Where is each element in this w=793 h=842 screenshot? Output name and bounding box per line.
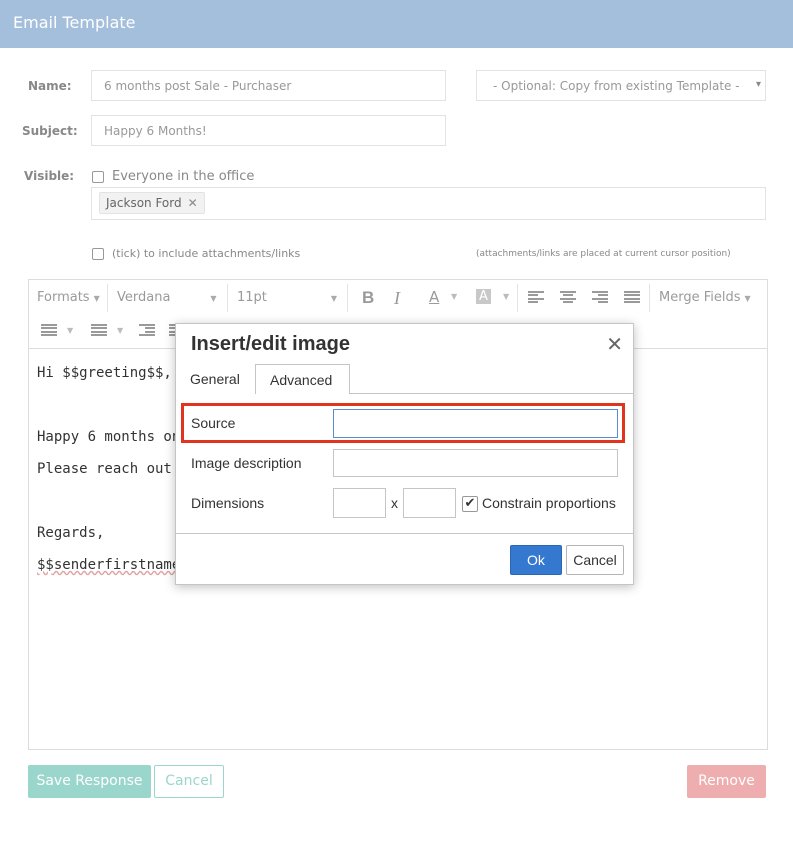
align-justify-icon[interactable]	[624, 291, 640, 304]
visible-users-field[interactable]: Jackson Ford ✕	[91, 187, 766, 220]
insert-image-dialog: Insert/edit image ✕ General Advanced Sou…	[175, 323, 634, 585]
caret-down-icon[interactable]: ▼	[117, 326, 123, 335]
everyone-checkbox[interactable]	[92, 171, 104, 183]
copy-template-select[interactable]: - Optional: Copy from existing Template …	[476, 70, 766, 101]
merge-fields-label: Merge Fields	[659, 290, 741, 305]
formats-label: Formats	[37, 290, 90, 305]
tab-advanced[interactable]: Advanced	[256, 364, 350, 394]
page-title: Email Template	[13, 13, 136, 32]
background-color-icon[interactable]: A	[476, 289, 491, 304]
height-input[interactable]	[403, 488, 456, 518]
toolbar-divider	[347, 284, 348, 312]
numbered-list-icon[interactable]	[91, 324, 107, 337]
tab-general[interactable]: General	[176, 364, 256, 394]
editor-line[interactable]: Hi $$greeting$$,	[37, 365, 172, 381]
caret-down-icon[interactable]: ▼	[67, 326, 73, 335]
width-input[interactable]	[333, 488, 386, 518]
constrain-label: Constrain proportions	[482, 495, 616, 511]
visible-label: Visible:	[24, 169, 75, 183]
image-description-input[interactable]	[333, 449, 618, 477]
italic-icon[interactable]: I	[394, 288, 400, 309]
user-tag: Jackson Ford ✕	[99, 192, 205, 214]
text-color-icon[interactable]: A	[429, 288, 439, 306]
editor-line[interactable]: Happy 6 months on	[37, 429, 180, 445]
dialog-title: Insert/edit image	[191, 333, 350, 355]
toolbar-divider	[107, 284, 108, 312]
save-response-button[interactable]: Save Response	[28, 765, 151, 798]
toolbar-divider	[649, 284, 650, 312]
align-left-icon[interactable]	[528, 291, 544, 304]
align-right-icon[interactable]	[592, 291, 608, 304]
toolbar-divider	[227, 284, 228, 312]
cancel-button[interactable]: Cancel	[154, 765, 224, 798]
constrain-checkbox[interactable]: ✔	[462, 496, 478, 512]
caret-down-icon: ▼	[330, 294, 338, 303]
user-tag-label: Jackson Ford	[106, 196, 182, 210]
attachments-checkbox[interactable]	[92, 248, 104, 260]
merge-fields-menu[interactable]: Merge Fields ▼	[659, 290, 751, 305]
caret-down-icon[interactable]: ▼	[451, 292, 457, 301]
editor-line[interactable]: Please reach out sh	[37, 461, 197, 477]
bold-icon[interactable]: B	[362, 288, 374, 308]
subject-field[interactable]: Happy 6 Months!	[91, 115, 446, 146]
font-size-select[interactable]: 11pt ▼	[237, 290, 337, 305]
font-family-select[interactable]: Verdana ▼	[117, 290, 217, 305]
subject-label: Subject:	[22, 124, 78, 138]
toolbar-divider	[517, 284, 518, 312]
caret-down-icon: ▼	[744, 294, 751, 303]
dimensions-label: Dimensions	[191, 495, 265, 511]
remove-button[interactable]: Remove	[687, 765, 766, 798]
bullet-list-icon[interactable]	[41, 324, 57, 337]
copy-template-select-value: - Optional: Copy from existing Template …	[493, 79, 740, 93]
checkmark-icon: ✔	[464, 496, 476, 511]
caret-down-icon: ▼	[210, 294, 217, 303]
dimension-separator: x	[391, 495, 398, 511]
source-label: Source	[191, 415, 236, 431]
outdent-icon[interactable]	[139, 324, 155, 337]
everyone-label: Everyone in the office	[112, 169, 255, 184]
source-input[interactable]	[333, 409, 618, 438]
image-description-label: Image description	[191, 455, 302, 471]
editor-line[interactable]: $$senderfirstname$	[37, 557, 189, 573]
remove-tag-icon[interactable]: ✕	[188, 196, 198, 210]
ok-button[interactable]: Ok	[510, 545, 562, 575]
formats-menu[interactable]: Formats ▼	[37, 290, 100, 305]
close-icon[interactable]: ✕	[606, 332, 623, 356]
name-field[interactable]: 6 months post Sale - Purchaser	[91, 70, 446, 101]
editor-line[interactable]: Regards,	[37, 525, 104, 541]
font-size-label: 11pt	[237, 290, 267, 305]
caret-down-icon[interactable]: ▼	[503, 292, 509, 301]
attachments-note: (attachments/links are placed at current…	[476, 249, 731, 259]
page-header: Email Template	[0, 0, 793, 48]
chevron-down-icon: ▾	[755, 79, 761, 90]
align-center-icon[interactable]	[560, 291, 576, 304]
dialog-footer-divider	[176, 533, 633, 534]
caret-down-icon: ▼	[93, 294, 100, 303]
dialog-cancel-button[interactable]: Cancel	[566, 545, 624, 575]
font-family-label: Verdana	[117, 290, 171, 305]
attachments-label: (tick) to include attachments/links	[112, 247, 301, 260]
name-label: Name:	[28, 79, 72, 93]
